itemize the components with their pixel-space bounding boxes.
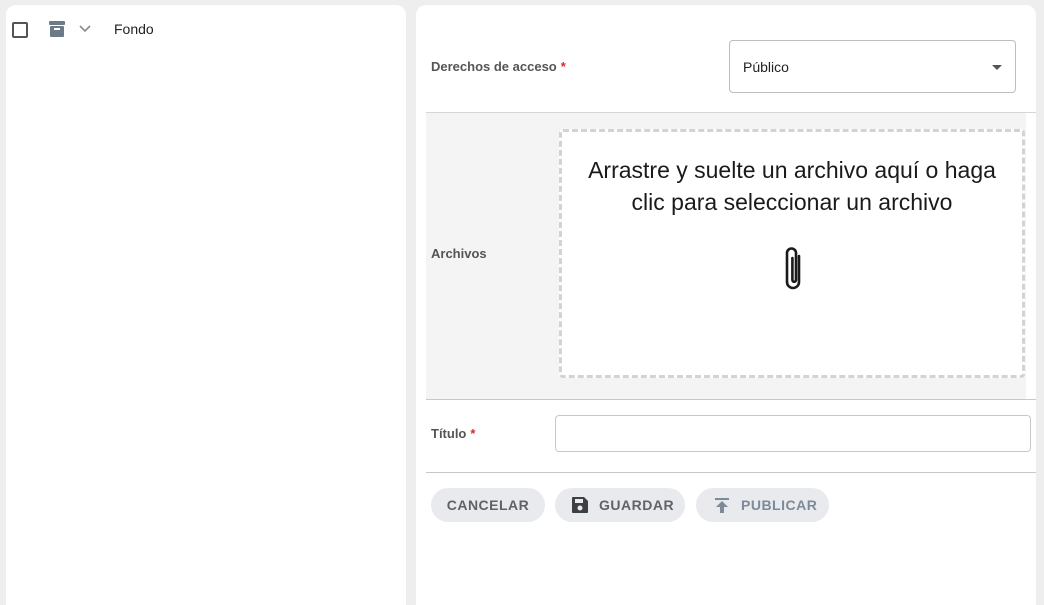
files-label: Archivos xyxy=(431,246,487,261)
title-label-text: Título xyxy=(431,426,467,441)
file-dropzone[interactable]: Arrastre y suelte un archivo aquí o haga… xyxy=(559,129,1025,378)
divider xyxy=(426,472,1036,473)
title-label: Título * xyxy=(431,426,475,441)
access-rights-select[interactable]: Público xyxy=(729,40,1016,93)
save-button[interactable]: GUARDAR xyxy=(555,488,685,522)
publish-button[interactable]: PUBLICAR xyxy=(696,488,829,522)
access-rights-value: Público xyxy=(743,59,789,75)
divider xyxy=(426,399,1036,400)
publish-button-label: PUBLICAR xyxy=(741,497,818,513)
access-rights-label-text: Derechos de acceso xyxy=(431,59,557,74)
cancel-button-label: CANCELAR xyxy=(446,497,530,513)
floppy-disk-icon xyxy=(572,497,588,513)
tree-node-checkbox[interactable] xyxy=(12,22,28,38)
archive-icon xyxy=(49,21,65,37)
tree-node-label: Fondo xyxy=(114,21,154,37)
tree-node-fondo[interactable]: Fondo xyxy=(6,17,406,51)
required-marker: * xyxy=(470,426,476,441)
chevron-down-icon[interactable] xyxy=(79,24,91,34)
paperclip-icon xyxy=(785,247,801,290)
title-input[interactable] xyxy=(555,415,1031,452)
dropzone-text: Arrastre y suelte un archivo aquí o haga… xyxy=(588,157,996,215)
tree-panel: Fondo xyxy=(6,5,406,605)
save-button-label: GUARDAR xyxy=(599,497,675,513)
cancel-button[interactable]: CANCELAR xyxy=(431,488,545,522)
caret-down-icon xyxy=(992,65,1002,70)
access-rights-label: Derechos de acceso * xyxy=(431,59,566,74)
form-panel: Derechos de acceso * Público Archivos Arr… xyxy=(416,5,1036,605)
upload-icon xyxy=(715,498,729,513)
required-marker: * xyxy=(560,59,566,74)
